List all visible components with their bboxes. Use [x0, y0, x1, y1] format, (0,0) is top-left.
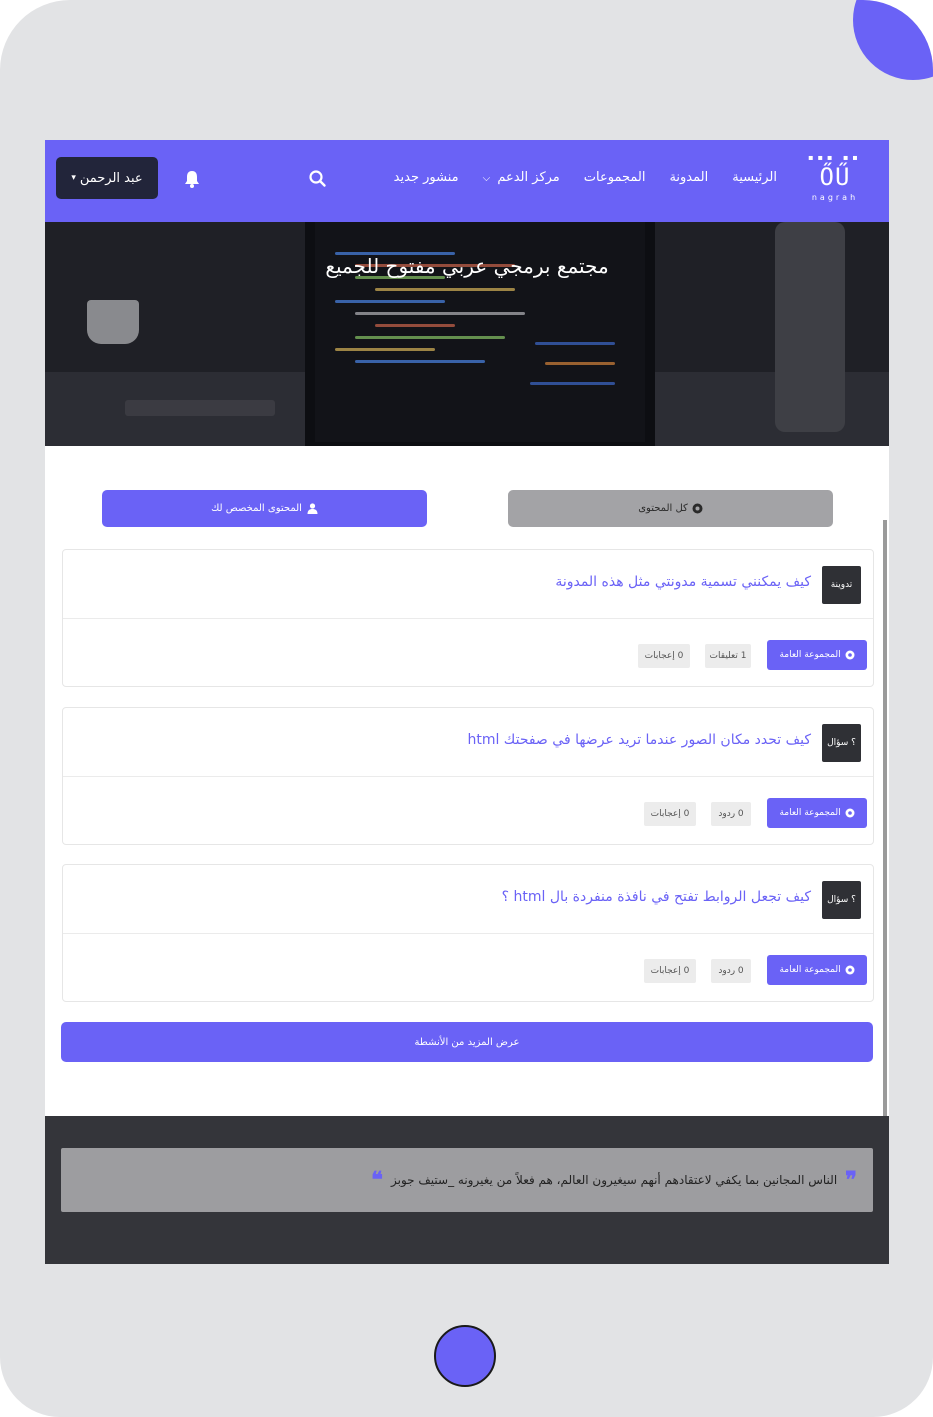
- post-title-link[interactable]: كيف تحدد مكان الصور عندما تريد عرضها في …: [467, 732, 811, 748]
- hero-banner: مجتمع برمجي عربي مفتوح للجميع: [45, 222, 889, 446]
- eye-icon: [845, 808, 855, 818]
- post-footer: المجموعة العامة 0 ردود 0 إعجابات: [63, 933, 873, 1001]
- nav-link-blog[interactable]: المدونة: [669, 170, 708, 185]
- nav-link-home[interactable]: الرئيسية: [732, 170, 777, 185]
- post-stat-likes: 0 إعجابات: [644, 959, 696, 983]
- post-title-link[interactable]: كيف تجعل الروابط تفتح في نافذة منفردة با…: [502, 889, 811, 905]
- app-screen: ▪▪ ▪▪▪ ŐŰ nagrah الرئيسية المدونة المجمو…: [45, 140, 889, 1264]
- group-label: المجموعة العامة: [779, 965, 841, 975]
- eye-icon: [692, 503, 703, 514]
- post-header: ؟ سؤال كيف تحدد مكان الصور عندما تريد عر…: [63, 708, 873, 777]
- post-card: تدوينة كيف يمكنني تسمية مدونتي مثل هذه ا…: [62, 549, 874, 687]
- corner-accent: [853, 0, 933, 80]
- post-stat-replies: 0 ردود: [711, 959, 751, 983]
- logo-wordmark: nagrah: [811, 193, 859, 202]
- tablet-frame: ▪▪ ▪▪▪ ŐŰ nagrah الرئيسية المدونة المجمو…: [0, 0, 933, 1417]
- tab-personalized-content[interactable]: المحتوى المخصص لك: [102, 490, 427, 527]
- user-menu-button[interactable]: عبد الرحمن ▾: [56, 157, 158, 199]
- post-stat-replies: 0 ردود: [711, 802, 751, 826]
- home-button[interactable]: [434, 1325, 496, 1387]
- nav-link-groups[interactable]: المجموعات: [584, 170, 646, 185]
- chevron-down-icon: ⌵: [482, 173, 491, 184]
- nav-link-new-post[interactable]: منشور جديد: [394, 170, 459, 185]
- caret-down-icon: ▾: [71, 173, 76, 183]
- post-stat-comments: 1 تعليقات: [705, 644, 751, 668]
- post-header: ؟ سؤال كيف تجعل الروابط تفتح في نافذة من…: [63, 865, 873, 934]
- post-card: ؟ سؤال كيف تحدد مكان الصور عندما تريد عر…: [62, 707, 874, 845]
- eye-icon: [845, 965, 855, 975]
- post-type-badge: ؟ سؤال: [822, 724, 861, 762]
- nav-links: الرئيسية المدونة المجموعات مركز الدعم ⌵ …: [394, 170, 777, 185]
- bell-icon[interactable]: [183, 169, 201, 189]
- site-footer: ❞ الناس المجانين بما يكفي لاعتقادهم أنهم…: [45, 1116, 889, 1264]
- tab-mine-label: المحتوى المخصص لك: [211, 503, 302, 514]
- quote-box: ❞ الناس المجانين بما يكفي لاعتقادهم أنهم…: [61, 1148, 873, 1212]
- hero-title: مجتمع برمجي عربي مفتوح للجميع: [325, 254, 609, 278]
- group-button[interactable]: المجموعة العامة: [767, 955, 867, 985]
- load-more-button[interactable]: عرض المزيد من الأنشطة: [61, 1022, 873, 1062]
- nav-link-support[interactable]: مركز الدعم ⌵: [483, 170, 560, 185]
- post-card: ؟ سؤال كيف تجعل الروابط تفتح في نافذة من…: [62, 864, 874, 1002]
- nav-link-support-label: مركز الدعم: [497, 170, 560, 185]
- site-logo[interactable]: ▪▪ ▪▪▪ ŐŰ nagrah: [807, 154, 863, 208]
- quote-open-icon: ❞: [845, 1167, 857, 1193]
- tab-all-label: كل المحتوى: [638, 503, 688, 514]
- logo-mark: ŐŰ: [819, 163, 851, 191]
- group-button[interactable]: المجموعة العامة: [767, 640, 867, 670]
- user-icon: [307, 503, 318, 514]
- post-type-badge: ؟ سؤال: [822, 881, 861, 919]
- top-navbar: ▪▪ ▪▪▪ ŐŰ nagrah الرئيسية المدونة المجمو…: [45, 140, 889, 222]
- post-footer: المجموعة العامة 1 تعليقات 0 إعجابات: [63, 618, 873, 686]
- logo-dots: ▪▪ ▪▪▪: [808, 153, 862, 162]
- quote-text: الناس المجانين بما يكفي لاعتقادهم أنهم س…: [390, 1173, 838, 1187]
- search-icon[interactable]: [307, 168, 329, 190]
- group-label: المجموعة العامة: [779, 650, 841, 660]
- group-button[interactable]: المجموعة العامة: [767, 798, 867, 828]
- post-stat-likes: 0 إعجابات: [638, 644, 690, 668]
- quote-close-icon: ❝: [371, 1167, 383, 1193]
- group-label: المجموعة العامة: [779, 808, 841, 818]
- eye-icon: [845, 650, 855, 660]
- post-type-badge: تدوينة: [822, 566, 861, 604]
- tab-all-content[interactable]: كل المحتوى: [508, 490, 833, 527]
- post-header: تدوينة كيف يمكنني تسمية مدونتي مثل هذه ا…: [63, 550, 873, 619]
- post-title-link[interactable]: كيف يمكنني تسمية مدونتي مثل هذه المدونة: [555, 574, 811, 590]
- post-stat-likes: 0 إعجابات: [644, 802, 696, 826]
- post-footer: المجموعة العامة 0 ردود 0 إعجابات: [63, 776, 873, 844]
- user-name: عبد الرحمن: [79, 170, 143, 186]
